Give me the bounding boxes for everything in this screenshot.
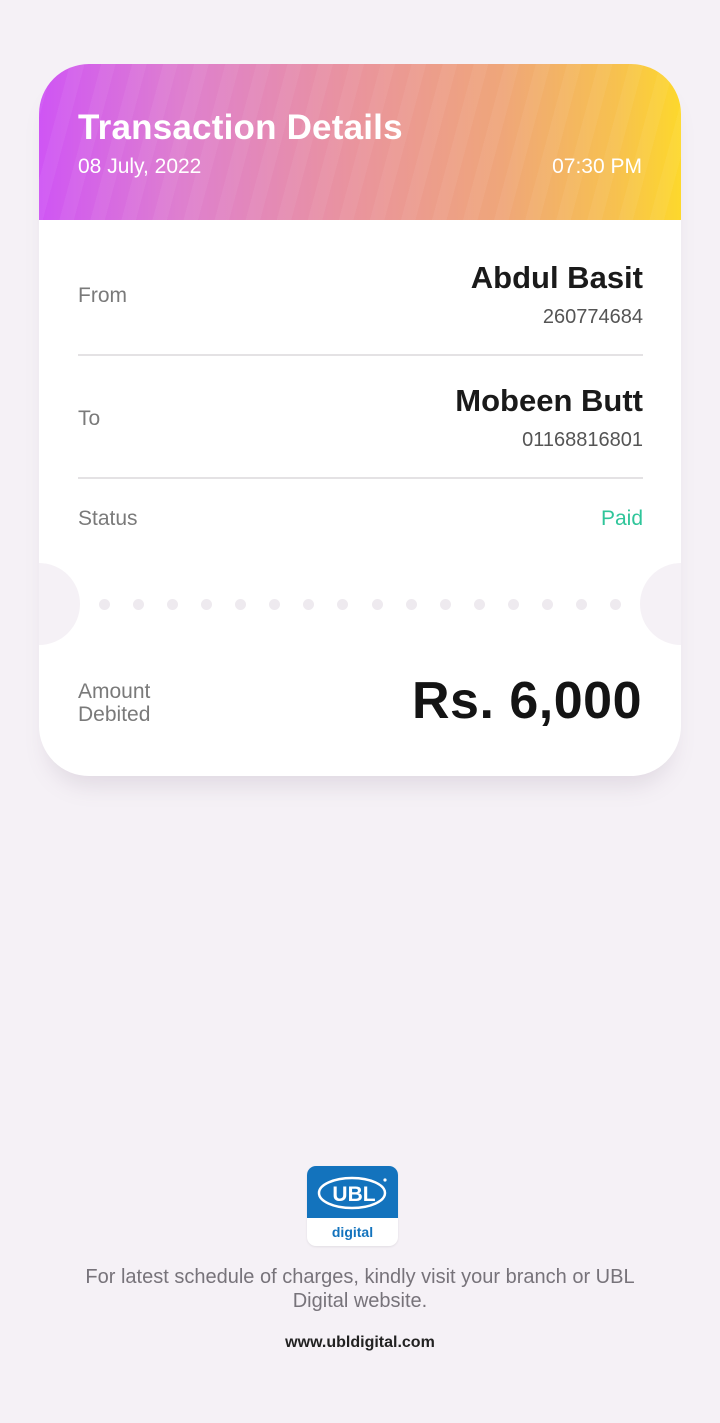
amount-label-line: Amount [78,680,151,703]
receipt-header: Transaction Details 08 July, 2022 07:30 … [39,64,681,220]
ticket-notch-left [39,563,80,645]
website-link[interactable]: www.ubldigital.com [210,1334,510,1352]
page-title: Transaction Details [78,108,403,147]
perforation-dot [99,599,110,610]
perforation-dot [439,599,451,610]
perforation-dot [541,599,553,610]
perforation-dots [99,599,621,610]
logo-brand-area: UBL [307,1166,398,1218]
logo-brand-text: UBL [332,1183,375,1206]
perforation-dot [609,599,621,610]
transaction-date: 08 July, 2022 [78,155,202,178]
status-row: Status Paid [78,507,643,537]
perforation-dot [507,599,519,610]
amount-debited-label: Amount Debited [78,680,150,726]
perforation-dot [303,599,315,610]
sender-account-number: 260774684 [542,306,643,328]
recipient-name: Mobeen Butt [455,383,643,418]
sender-name: Abdul Basit [470,260,643,295]
perforation-dot [405,599,417,610]
perforation-dot [473,599,485,610]
ticket-notch-right [640,563,681,645]
perforation-dot [337,599,349,610]
amount-label-line: Debited [78,703,151,726]
to-row: To Mobeen Butt 01168816801 [78,383,643,463]
transaction-time: 07:30 PM [552,155,642,178]
perforation-dot [371,599,383,610]
status-badge: Paid [600,507,643,530]
to-label: To [78,407,101,430]
ubl-digital-logo: UBL digital [307,1166,398,1246]
divider [78,477,643,479]
ubl-logo-icon: UBL [317,1176,387,1210]
recipient-account-number: 01168816801 [522,429,643,451]
from-row: From Abdul Basit 260774684 [78,260,643,340]
from-label: From [78,284,127,307]
perforation-dot [167,599,179,610]
divider [78,354,643,356]
perforation-dot [133,599,145,610]
perforation-dot [269,599,281,610]
perforation-dot [201,599,213,610]
status-label: Status [78,507,138,530]
logo-sub-text: digital [331,1224,374,1240]
perforation-dot [235,599,247,610]
charges-notice: For latest schedule of charges, kindly v… [85,1266,635,1312]
transaction-receipt-card: Transaction Details 08 July, 2022 07:30 … [39,64,681,776]
perforation-dot [575,599,587,610]
amount-debited-value: Rs. 6,000 [412,672,642,730]
